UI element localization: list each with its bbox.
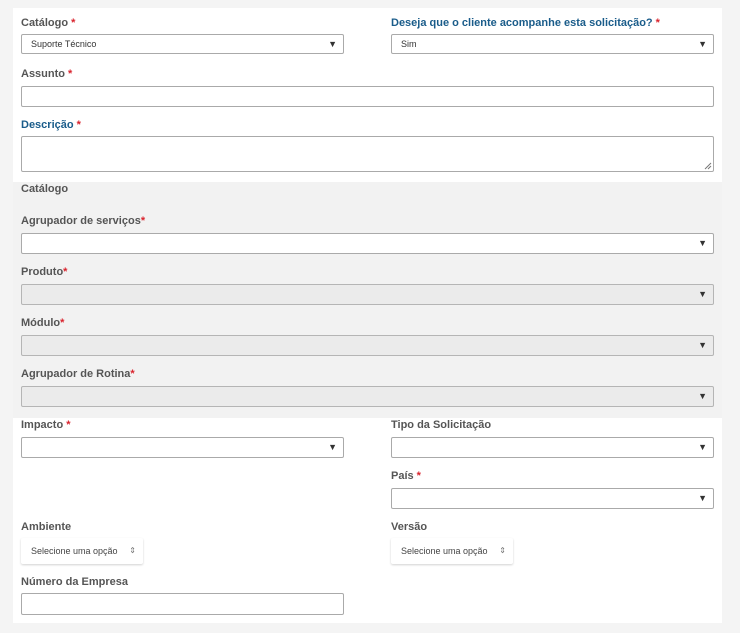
chevron-down-icon: ▼ (698, 238, 707, 248)
catalogo-select-value: Suporte Técnico (31, 39, 97, 49)
agrupador-servicos-select[interactable]: ▼ (21, 233, 714, 254)
modulo-label: Módulo* (21, 317, 65, 329)
acompanhe-select[interactable]: Sim ▼ (391, 34, 714, 54)
chevron-down-icon: ▼ (698, 493, 707, 503)
tipo-solicitacao-select[interactable]: ▼ (391, 437, 714, 458)
agrupador-servicos-label: Agrupador de serviços* (21, 215, 146, 227)
required-mark: * (76, 119, 81, 131)
required-mark: * (66, 419, 71, 431)
chevron-down-icon: ▼ (698, 340, 707, 350)
descricao-label: Descrição * (21, 119, 81, 131)
up-down-arrows-icon: ⇕ (499, 546, 506, 555)
produto-label: Produto* (21, 266, 68, 278)
chevron-down-icon: ▼ (698, 289, 707, 299)
assunto-input[interactable] (21, 86, 714, 107)
versao-select-value: Selecione uma opção (401, 546, 488, 556)
versao-label: Versão (391, 521, 428, 533)
versao-select[interactable]: Selecione uma opção ⇕ (391, 538, 513, 564)
catalogo-section-title: Catálogo (21, 183, 69, 195)
chevron-down-icon: ▼ (698, 39, 707, 49)
numero-empresa-input[interactable] (21, 593, 344, 615)
chevron-down-icon: ▼ (328, 39, 337, 49)
descricao-textarea[interactable] (21, 136, 714, 172)
chevron-down-icon: ▼ (698, 391, 707, 401)
required-mark: * (130, 368, 135, 380)
agrupador-rotina-label: Agrupador de Rotina* (21, 368, 135, 380)
required-mark: * (60, 317, 65, 329)
required-mark: * (68, 68, 73, 80)
chevron-down-icon: ▼ (698, 442, 707, 452)
produto-select[interactable]: ▼ (21, 284, 714, 305)
required-mark: * (416, 470, 421, 482)
chevron-down-icon: ▼ (328, 442, 337, 452)
ambiente-select-value: Selecione uma opção (31, 546, 118, 556)
required-mark: * (140, 215, 146, 227)
ambiente-select[interactable]: Selecione uma opção ⇕ (21, 538, 143, 564)
resize-grip-icon[interactable] (704, 162, 712, 170)
pais-label: País * (391, 470, 421, 482)
pais-select[interactable]: ▼ (391, 488, 714, 509)
catalogo-label: Catálogo * (21, 17, 76, 29)
up-down-arrows-icon: ⇕ (129, 546, 136, 555)
required-mark: * (71, 17, 76, 29)
assunto-label: Assunto * (21, 68, 73, 80)
request-form: Catálogo * Suporte Técnico ▼ Deseja que o… (13, 8, 722, 623)
acompanhe-select-value: Sim (401, 39, 417, 49)
acompanhe-label: Deseja que o cliente acompanhe esta soli… (391, 17, 660, 29)
agrupador-rotina-select[interactable]: ▼ (21, 386, 714, 407)
modulo-select[interactable]: ▼ (21, 335, 714, 356)
impacto-select[interactable]: ▼ (21, 437, 344, 458)
required-mark: * (63, 266, 68, 278)
ambiente-label: Ambiente (21, 521, 72, 533)
numero-empresa-label: Número da Empresa (21, 576, 128, 588)
impacto-label: Impacto * (21, 419, 71, 431)
tipo-solicitacao-label: Tipo da Solicitação (391, 419, 492, 431)
catalogo-select[interactable]: Suporte Técnico ▼ (21, 34, 344, 54)
required-mark: * (655, 17, 660, 29)
